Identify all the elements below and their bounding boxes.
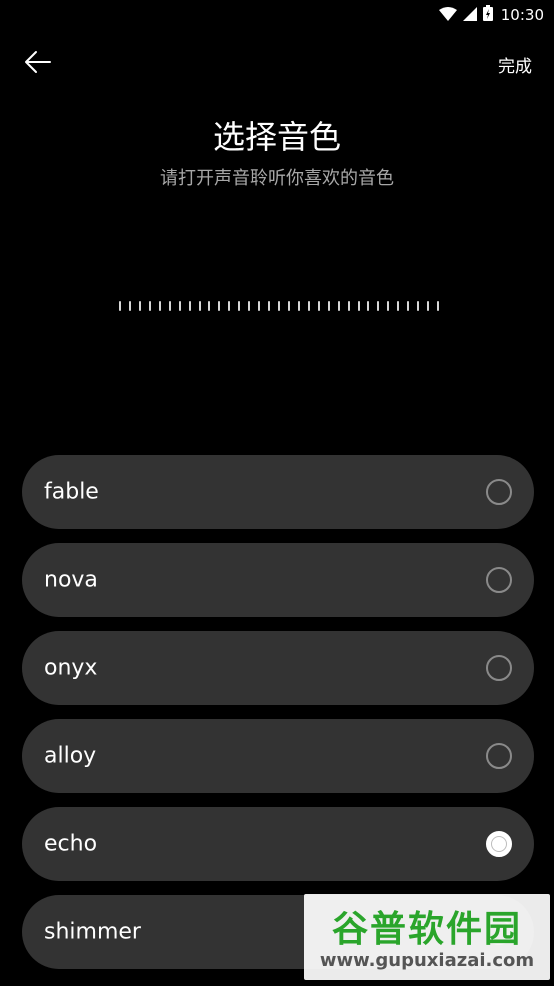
voice-option-echo[interactable]: echo bbox=[22, 807, 534, 881]
waveform-tick bbox=[437, 301, 439, 311]
waveform-tick bbox=[327, 301, 330, 311]
waveform-tick bbox=[128, 301, 131, 311]
waveform-tick bbox=[307, 301, 310, 311]
waveform-tick bbox=[278, 301, 280, 311]
voice-radio[interactable] bbox=[486, 831, 512, 857]
voice-name: onyx bbox=[44, 655, 98, 681]
voice-option-nova[interactable]: nova bbox=[22, 543, 534, 617]
voice-radio[interactable] bbox=[486, 479, 512, 505]
status-icons: 10:30 bbox=[438, 5, 544, 25]
waveform-tick bbox=[178, 301, 181, 311]
waveform-tick bbox=[228, 301, 231, 311]
signal-icon bbox=[462, 6, 477, 25]
voice-option-fable[interactable]: fable bbox=[22, 455, 534, 529]
waveform-tick bbox=[218, 301, 221, 311]
waveform-tick bbox=[258, 301, 261, 311]
waveform-tick bbox=[347, 301, 350, 311]
back-button[interactable] bbox=[22, 46, 54, 78]
waveform-tick bbox=[367, 301, 370, 311]
waveform-tick bbox=[148, 301, 151, 311]
waveform-tick bbox=[168, 301, 171, 311]
battery-icon bbox=[482, 5, 493, 25]
voice-option-alloy[interactable]: alloy bbox=[22, 719, 534, 793]
page-subtitle: 请打开声音聆听你喜欢的音色 bbox=[160, 168, 394, 189]
voice-name: echo bbox=[44, 831, 98, 857]
page-title: 选择音色 bbox=[212, 118, 341, 156]
status-bar: 10:30 bbox=[0, 0, 554, 30]
waveform-tick bbox=[297, 301, 300, 311]
voice-radio[interactable] bbox=[486, 655, 512, 681]
voice-radio[interactable] bbox=[486, 567, 512, 593]
audio-waveform bbox=[119, 301, 439, 311]
watermark-logo-text: 谷普软件园 bbox=[331, 909, 522, 950]
waveform-tick bbox=[317, 301, 320, 311]
voice-name: fable bbox=[44, 479, 99, 505]
waveform-tick bbox=[119, 301, 121, 311]
waveform-tick bbox=[377, 301, 380, 311]
waveform-tick bbox=[138, 301, 141, 311]
waveform-tick bbox=[268, 301, 271, 311]
waveform-tick bbox=[397, 301, 400, 311]
waveform-tick bbox=[427, 301, 430, 311]
waveform-tick bbox=[248, 301, 251, 311]
waveform-tick bbox=[417, 301, 420, 311]
waveform-tick bbox=[158, 301, 161, 311]
waveform-tick bbox=[287, 301, 290, 311]
waveform-tick bbox=[387, 301, 390, 311]
wifi-icon bbox=[438, 6, 457, 25]
voice-name: nova bbox=[44, 567, 98, 593]
waveform-tick bbox=[198, 301, 201, 311]
watermark: 谷普软件园 www.gupuxiazai.com bbox=[304, 894, 550, 980]
voice-radio[interactable] bbox=[486, 743, 512, 769]
waveform-tick bbox=[188, 301, 191, 311]
voice-option-onyx[interactable]: onyx bbox=[22, 631, 534, 705]
status-time: 10:30 bbox=[500, 6, 544, 24]
waveform-tick bbox=[337, 301, 340, 311]
waveform-tick bbox=[208, 301, 211, 311]
voice-name: shimmer bbox=[44, 919, 141, 945]
voice-name: alloy bbox=[44, 743, 97, 769]
waveform-tick bbox=[407, 301, 410, 311]
watermark-url: www.gupuxiazai.com bbox=[319, 950, 535, 971]
waveform-tick bbox=[357, 301, 360, 311]
waveform-tick bbox=[238, 301, 241, 311]
arrow-left-icon bbox=[25, 51, 51, 73]
done-button[interactable]: 完成 bbox=[498, 52, 532, 77]
